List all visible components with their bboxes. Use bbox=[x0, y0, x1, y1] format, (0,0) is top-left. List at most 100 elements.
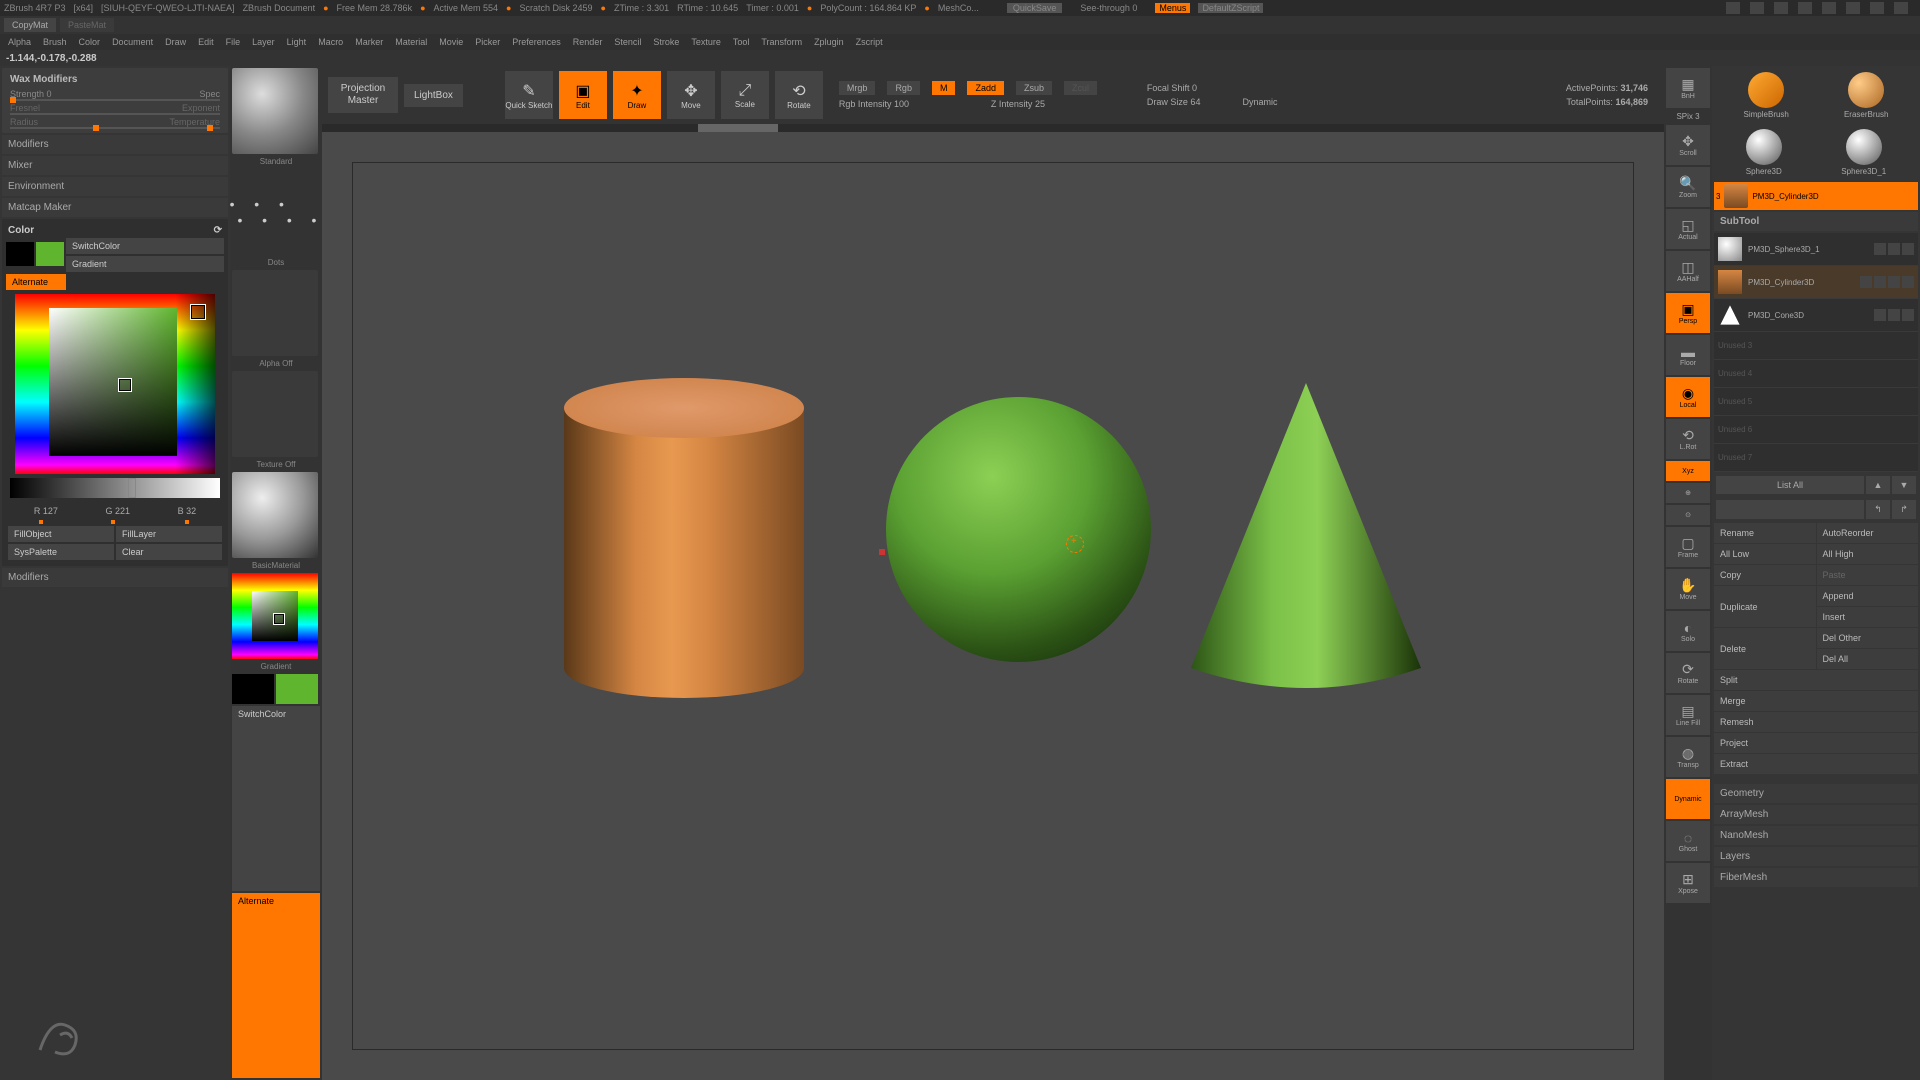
mrgb-button[interactable]: Mrgb bbox=[839, 81, 876, 95]
seethrough[interactable]: See-through 0 bbox=[1080, 3, 1137, 13]
eye-icon[interactable] bbox=[1902, 309, 1914, 321]
menu-stencil[interactable]: Stencil bbox=[614, 37, 641, 47]
primary-color-swatch[interactable] bbox=[36, 242, 64, 266]
sphere3d-icon[interactable] bbox=[1746, 129, 1782, 165]
solo-button[interactable]: ◐Solo bbox=[1666, 611, 1710, 651]
quicksketch-button[interactable]: ✎Quick Sketch bbox=[505, 71, 553, 119]
menu-brush[interactable]: Brush bbox=[43, 37, 67, 47]
menu-file[interactable]: File bbox=[226, 37, 241, 47]
transp-button[interactable]: ◍Transp bbox=[1666, 737, 1710, 777]
scale-button[interactable]: ⤢Scale bbox=[721, 71, 769, 119]
gradient-button[interactable]: Gradient bbox=[66, 256, 224, 272]
paint-icon[interactable] bbox=[1888, 243, 1900, 255]
persp-button[interactable]: ▣Persp bbox=[1666, 293, 1710, 333]
environment-section[interactable]: Environment bbox=[2, 177, 228, 196]
alpha-thumb[interactable] bbox=[232, 270, 318, 356]
minimize-button[interactable] bbox=[1846, 2, 1860, 14]
split-button[interactable]: Split bbox=[1714, 670, 1918, 690]
center-button[interactable]: ⊕ bbox=[1666, 483, 1710, 503]
cylinder-object[interactable] bbox=[564, 378, 804, 708]
xpose-button[interactable]: ⊞Xpose bbox=[1666, 863, 1710, 903]
delall-button[interactable]: Del All bbox=[1817, 649, 1919, 669]
fresnel-slider[interactable]: Fresnel bbox=[10, 103, 40, 113]
move-button[interactable]: ✥Move bbox=[667, 71, 715, 119]
alllow-button[interactable]: All Low bbox=[1714, 544, 1816, 564]
xyz-button[interactable]: Xyz bbox=[1666, 461, 1710, 481]
rgb-intensity-slider[interactable]: Rgb Intensity 100 bbox=[839, 99, 979, 109]
zoom-button[interactable]: 🔍Zoom bbox=[1666, 167, 1710, 207]
texture-thumb[interactable] bbox=[232, 371, 318, 457]
copymat-button[interactable]: CopyMat bbox=[4, 18, 56, 32]
matcap-maker-section[interactable]: Matcap Maker bbox=[2, 198, 228, 217]
mini-switchcolor[interactable]: SwitchColor bbox=[232, 706, 320, 891]
menu-picker[interactable]: Picker bbox=[475, 37, 500, 47]
eye-icon[interactable] bbox=[1902, 276, 1914, 288]
mini-alternate[interactable]: Alternate bbox=[232, 893, 320, 1078]
fibermesh-section[interactable]: FiberMesh bbox=[1714, 868, 1918, 887]
menu-tool[interactable]: Tool bbox=[733, 37, 750, 47]
alternate-button[interactable]: Alternate bbox=[6, 274, 66, 290]
menu-zscript[interactable]: Zscript bbox=[856, 37, 883, 47]
win-btn-4[interactable] bbox=[1798, 2, 1812, 14]
strength-slider[interactable]: Strength 0 bbox=[10, 89, 52, 99]
pastemat-button[interactable]: PasteMat bbox=[60, 18, 114, 32]
maximize-button[interactable] bbox=[1870, 2, 1884, 14]
dynamic-button[interactable]: Dynamic bbox=[1666, 779, 1710, 819]
menus-button[interactable]: Menus bbox=[1155, 3, 1190, 13]
paint-icon[interactable] bbox=[1874, 276, 1886, 288]
horizontal-scrollbar[interactable] bbox=[322, 124, 1664, 132]
arrow-down-button[interactable]: ↱ bbox=[1892, 500, 1916, 519]
allhigh-button[interactable]: All High bbox=[1817, 544, 1919, 564]
stroke-thumb[interactable] bbox=[232, 169, 318, 255]
project-button[interactable]: Project bbox=[1714, 733, 1918, 753]
fillobject-button[interactable]: FillObject bbox=[8, 526, 114, 542]
remesh-button[interactable]: Remesh bbox=[1714, 712, 1918, 732]
eye-icon[interactable] bbox=[1902, 243, 1914, 255]
extract-button[interactable]: Extract bbox=[1714, 754, 1918, 774]
modifiers-section[interactable]: Modifiers bbox=[2, 135, 228, 154]
wax-modifiers-header[interactable]: Wax Modifiers bbox=[6, 72, 224, 87]
subtool-header[interactable]: SubTool bbox=[1714, 212, 1918, 231]
menu-material[interactable]: Material bbox=[395, 37, 427, 47]
menu-transform[interactable]: Transform bbox=[761, 37, 802, 47]
clear-button[interactable]: Clear bbox=[116, 544, 222, 560]
close-button[interactable] bbox=[1894, 2, 1908, 14]
floor-button[interactable]: ▬Floor bbox=[1666, 335, 1710, 375]
draw-size-slider[interactable]: Draw Size 64 bbox=[1147, 97, 1201, 107]
current-tool[interactable]: 3PM3D_Cylinder3D bbox=[1714, 182, 1918, 210]
brush-thumb[interactable] bbox=[232, 68, 318, 154]
zsub-button[interactable]: Zsub bbox=[1016, 81, 1052, 95]
vis-icon[interactable] bbox=[1874, 243, 1886, 255]
target-button[interactable]: ⊙ bbox=[1666, 505, 1710, 525]
default-script[interactable]: DefaultZScript bbox=[1198, 3, 1263, 13]
rename-button[interactable]: Rename bbox=[1714, 523, 1816, 543]
mini-pri-swatch[interactable] bbox=[276, 674, 318, 704]
menu-color[interactable]: Color bbox=[79, 37, 101, 47]
ghost-button[interactable]: ◌Ghost bbox=[1666, 821, 1710, 861]
delother-button[interactable]: Del Other bbox=[1817, 628, 1919, 648]
zadd-button[interactable]: Zadd bbox=[967, 81, 1004, 95]
edit-button[interactable]: ▣Edit bbox=[559, 71, 607, 119]
scroll-button[interactable]: ✥Scroll bbox=[1666, 125, 1710, 165]
focal-shift-slider[interactable]: Focal Shift 0 bbox=[1147, 83, 1197, 93]
menu-layer[interactable]: Layer bbox=[252, 37, 275, 47]
lightbox-button[interactable]: LightBox bbox=[404, 84, 463, 107]
actual-button[interactable]: ◱Actual bbox=[1666, 209, 1710, 249]
gray-slider[interactable] bbox=[10, 478, 220, 498]
eraserbrush-icon[interactable] bbox=[1848, 72, 1884, 108]
geometry-section[interactable]: Geometry bbox=[1714, 784, 1918, 803]
bnh-button[interactable]: ▦BnH bbox=[1666, 68, 1710, 108]
projection-master-button[interactable]: Projection Master bbox=[328, 77, 398, 113]
quicksave-button[interactable]: QuickSave bbox=[1007, 3, 1063, 13]
radius-slider[interactable]: Radius bbox=[10, 117, 38, 127]
win-btn-3[interactable] bbox=[1774, 2, 1788, 14]
menu-movie[interactable]: Movie bbox=[439, 37, 463, 47]
r-value[interactable]: R 127 bbox=[34, 506, 58, 516]
subtool-sphere[interactable]: PM3D_Sphere3D_1 bbox=[1714, 233, 1918, 266]
brush-icon[interactable] bbox=[1888, 276, 1900, 288]
menu-document[interactable]: Document bbox=[112, 37, 153, 47]
zcul-button[interactable]: Zcul bbox=[1064, 81, 1097, 95]
paint-icon[interactable] bbox=[1888, 309, 1900, 321]
mixer-section[interactable]: Mixer bbox=[2, 156, 228, 175]
paste-button[interactable]: Paste bbox=[1817, 565, 1919, 585]
